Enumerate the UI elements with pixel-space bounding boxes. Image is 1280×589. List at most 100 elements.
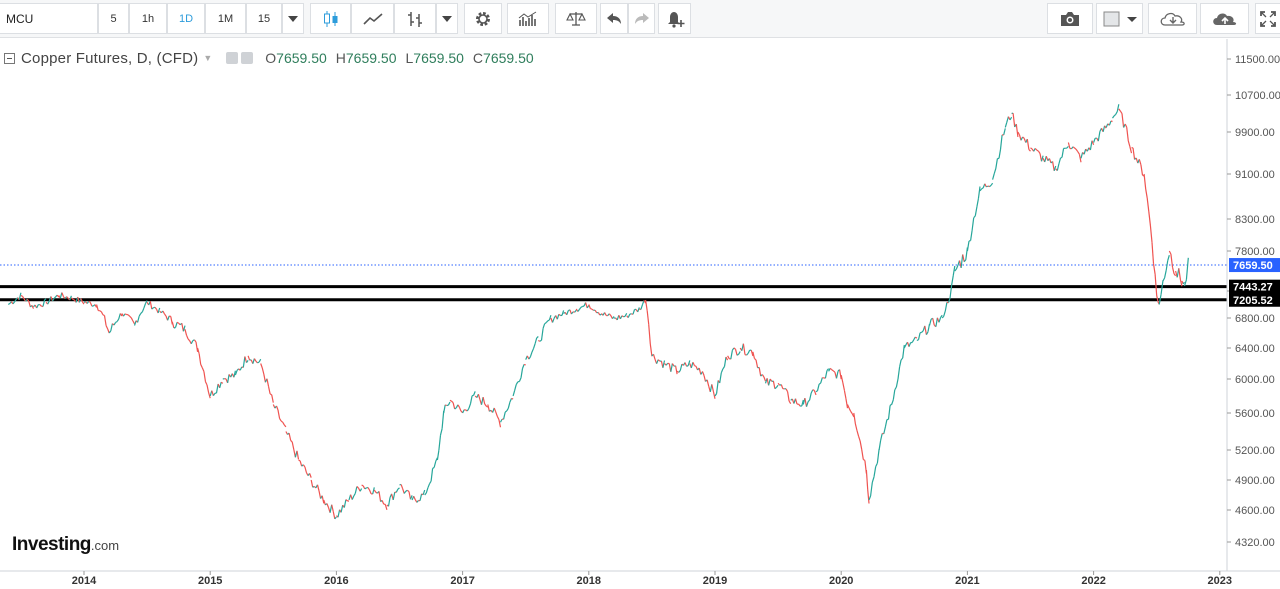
price-segment [36, 304, 39, 309]
price-segment [253, 358, 257, 362]
price-segment [498, 419, 502, 428]
price-segment [1145, 188, 1148, 199]
price-segment [351, 495, 355, 500]
color-box-icon [1103, 11, 1137, 26]
color-button[interactable] [1096, 3, 1143, 34]
symbol-input[interactable]: MCU [0, 3, 98, 34]
bars-button[interactable] [394, 3, 436, 34]
price-segment [805, 401, 809, 407]
fullscreen-button[interactable] [1255, 3, 1280, 34]
price-segment [850, 411, 853, 414]
price-segment [283, 424, 287, 428]
price-segment [990, 182, 994, 186]
price-segment [914, 336, 918, 339]
price-segment [482, 396, 486, 405]
price-segment [1003, 128, 1006, 136]
price-segment [900, 357, 904, 361]
interval-5-button[interactable]: 5 [98, 3, 129, 34]
price-segment [986, 185, 989, 188]
price-segment [1097, 131, 1101, 142]
price-segment [861, 449, 864, 460]
price-segment [141, 307, 145, 313]
price-segment [1129, 146, 1133, 154]
price-segment [916, 339, 919, 342]
price-segment [772, 380, 776, 389]
price-segment [473, 391, 476, 396]
price-segment [197, 347, 200, 355]
price-segment [211, 390, 214, 396]
price-segment [520, 368, 524, 378]
interval-15-button[interactable]: 15 [246, 3, 282, 34]
screenshot-button[interactable] [1047, 3, 1093, 34]
price-segment [753, 357, 757, 361]
undo-button[interactable] [600, 3, 628, 34]
price-segment [816, 384, 820, 391]
price-segment [951, 275, 954, 286]
price-segment [971, 217, 975, 231]
price-segment [204, 381, 208, 386]
price-chart[interactable]: 11500.00 10700.00 9900.00 9100.00 8300.00 780… [0, 39, 1280, 589]
price-segment [523, 363, 526, 366]
redo-button[interactable] [628, 3, 655, 34]
price-segment [548, 315, 552, 321]
price-segment [545, 320, 549, 323]
price-segment [640, 304, 643, 310]
price-segment [891, 399, 894, 405]
price-segment [452, 402, 456, 410]
price-segment [738, 351, 741, 355]
price-segment [149, 301, 153, 310]
x-axis[interactable]: 2014 2015 2016 2017 2018 2019 2020 2021 2022 2023 [72, 571, 1232, 587]
investing-logo: Investing.com [12, 534, 120, 555]
price-segment [976, 198, 979, 208]
price-segment [577, 309, 580, 312]
indicators-button[interactable] [507, 3, 549, 34]
price-segment [761, 374, 765, 378]
candles-button[interactable] [310, 3, 351, 34]
price-segment [932, 318, 935, 326]
interval-1m-button[interactable]: 1M [205, 3, 246, 34]
price-segment [989, 184, 992, 188]
price-segment [679, 363, 683, 371]
interval-1d-button[interactable]: 1D [167, 3, 205, 34]
price-segment [528, 356, 531, 360]
settings-button[interactable] [464, 3, 502, 34]
price-segment [433, 460, 437, 468]
interval-dropdown[interactable] [282, 3, 304, 34]
alert-button[interactable] [658, 3, 691, 34]
compare-button[interactable] [555, 3, 597, 34]
price-segment [776, 384, 779, 388]
price-segment [876, 448, 880, 464]
chart-type-dropdown[interactable] [436, 3, 458, 34]
price-segment [977, 186, 981, 199]
price-segment [578, 306, 582, 310]
price-segment [487, 404, 490, 412]
price-segment [353, 493, 356, 497]
price-segment [496, 416, 500, 420]
save-chart-button[interactable] [1200, 3, 1249, 34]
line-chart-button[interactable] [351, 3, 394, 34]
price-segment [561, 310, 565, 316]
price-segment [178, 322, 181, 326]
price-segment [646, 310, 650, 325]
price-segment [652, 354, 656, 360]
load-chart-button[interactable] [1148, 3, 1197, 34]
price-segment [447, 401, 451, 406]
price-segment [171, 321, 175, 329]
price-segment [585, 302, 588, 309]
price-segment [466, 407, 470, 412]
price-segment [1170, 253, 1174, 268]
price-segment [746, 353, 749, 356]
compare-icon [566, 11, 586, 26]
price-segment [895, 378, 899, 388]
price-segment [730, 350, 733, 360]
price-segment [649, 343, 653, 357]
interval-1h-button[interactable]: 1h [129, 3, 167, 34]
price-segment [1026, 139, 1030, 150]
price-segment [858, 436, 861, 442]
price-segment [1072, 146, 1076, 149]
price-segment [129, 315, 132, 319]
price-segment [955, 265, 959, 270]
price-segment [187, 338, 191, 342]
price-segment [430, 468, 434, 482]
price-segment [458, 406, 462, 412]
